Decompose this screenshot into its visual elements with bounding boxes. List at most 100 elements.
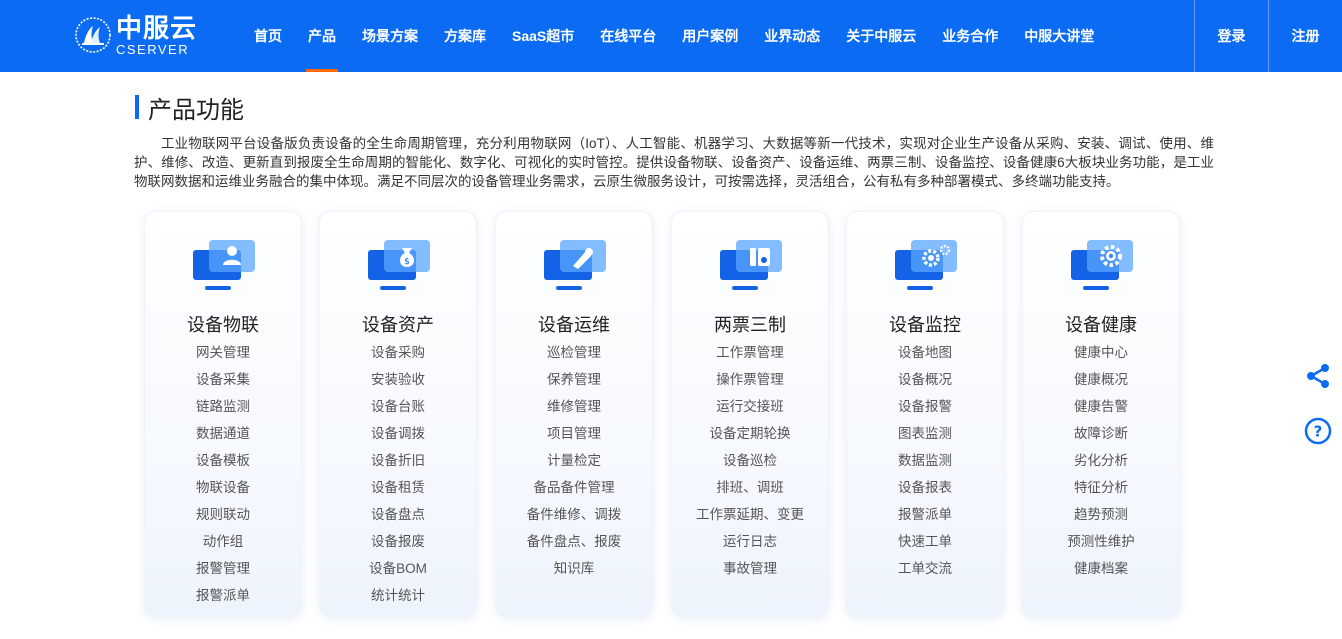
feature-item[interactable]: 工作票管理 [672,344,828,371]
feature-item[interactable]: 设备台账 [320,398,476,425]
feature-item[interactable]: 规则联动 [145,506,301,533]
card-device-monitoring: 设备监控 设备地图 设备概况 设备报警 图表监测 数据监测 设备报表 报警派单 … [846,211,1004,617]
card-feature-list: 工作票管理 操作票管理 运行交接班 设备定期轮换 设备巡检 排班、调班 工作票延… [672,344,828,587]
nav-item-saas-market[interactable]: SaaS超市 [499,0,587,72]
feature-item[interactable]: 工作票延期、变更 [672,506,828,533]
feature-item[interactable]: 设备定期轮换 [672,425,828,452]
nav-item-news[interactable]: 业界动态 [751,0,833,72]
feature-item[interactable]: 健康中心 [1023,344,1179,371]
card-title: 设备物联 [187,315,259,335]
nav-item-scenarios[interactable]: 场景方案 [349,0,431,72]
feature-item[interactable]: 动作组 [145,533,301,560]
card-two-tickets: 两票三制 工作票管理 操作票管理 运行交接班 设备定期轮换 设备巡检 排班、调班… [671,211,829,617]
card-device-assets: $ 设备资产 设备采购 安装验收 设备台账 设备调拨 设备折旧 设备租赁 设备盘… [319,211,477,617]
feature-item[interactable]: 备件盘点、报废 [496,533,652,560]
feature-item[interactable]: 操作票管理 [672,371,828,398]
nav-item-products[interactable]: 产品 [295,0,349,72]
feature-item[interactable]: 排班、调班 [672,479,828,506]
card-feature-list: 健康中心 健康概况 健康告警 故障诊断 劣化分析 特征分析 趋势预测 预测性维护… [1023,344,1179,587]
feature-item[interactable]: 报警派单 [145,587,301,614]
card-feature-list: 网关管理 设备采集 链路监测 数据通道 设备模板 物联设备 规则联动 动作组 报… [145,344,301,614]
nav-item-solutions[interactable]: 方案库 [431,0,499,72]
feature-item[interactable]: 知识库 [496,560,652,587]
money-bag-monitor-icon: $ [366,238,432,296]
share-icon[interactable] [1304,362,1332,390]
feature-item[interactable]: 设备采集 [145,371,301,398]
title-accent-bar [135,95,139,119]
feature-item[interactable]: 报警派单 [847,506,1003,533]
logo-emblem-icon [74,16,112,54]
feature-cards: 设备物联 网关管理 设备采集 链路监测 数据通道 设备模板 物联设备 规则联动 … [144,211,1184,617]
feature-item[interactable]: 网关管理 [145,344,301,371]
feature-item[interactable]: 设备盘点 [320,506,476,533]
feature-item[interactable]: 项目管理 [496,425,652,452]
feature-item[interactable]: 设备报警 [847,398,1003,425]
feature-item[interactable]: 运行交接班 [672,398,828,425]
feature-item[interactable]: 设备折旧 [320,452,476,479]
feature-item[interactable]: 设备报表 [847,479,1003,506]
feature-item[interactable]: 统计统计 [320,587,476,614]
feature-item[interactable]: 预测性维护 [1023,533,1179,560]
feature-item[interactable]: 数据通道 [145,425,301,452]
feature-item[interactable]: 备件维修、调拨 [496,506,652,533]
card-feature-list: 巡检管理 保养管理 维修管理 项目管理 计量检定 备品备件管理 备件维修、调拨 … [496,344,652,587]
top-nav-bar: 中服云 CSERVER 首页 产品 场景方案 方案库 SaaS超市 在线平台 用… [0,0,1342,72]
nav-item-home[interactable]: 首页 [241,0,295,72]
nav-item-cooperation[interactable]: 业务合作 [929,0,1011,72]
feature-item[interactable]: 设备巡检 [672,452,828,479]
feature-item[interactable]: 设备调拨 [320,425,476,452]
feature-item[interactable]: 设备模板 [145,452,301,479]
feature-item[interactable]: 图表监测 [847,425,1003,452]
card-title: 设备监控 [889,315,961,335]
feature-item[interactable]: 安装验收 [320,371,476,398]
feature-item[interactable]: 巡检管理 [496,344,652,371]
feature-item[interactable]: 报警管理 [145,560,301,587]
logo-en: CSERVER [116,41,190,57]
nav-item-lecture[interactable]: 中服大讲堂 [1011,0,1107,72]
auth-links: 登录 注册 [1194,0,1342,72]
feature-item[interactable]: 数据监测 [847,452,1003,479]
feature-item[interactable]: 备品备件管理 [496,479,652,506]
feature-item[interactable]: 故障诊断 [1023,425,1179,452]
feature-item[interactable]: 保养管理 [496,371,652,398]
feature-item[interactable]: 健康档案 [1023,560,1179,587]
card-title: 两票三制 [714,315,786,335]
register-button[interactable]: 注册 [1268,0,1342,72]
user-monitor-icon [191,238,257,296]
gear-monitor-icon [1069,238,1135,296]
feature-item[interactable]: 快速工单 [847,533,1003,560]
nav-item-about[interactable]: 关于中服云 [833,0,929,72]
feature-item[interactable]: 设备BOM [320,560,476,587]
gears-monitor-icon [893,238,959,296]
feature-item[interactable]: 健康概况 [1023,371,1179,398]
card-title: 设备健康 [1065,315,1137,335]
feature-item[interactable]: 计量检定 [496,452,652,479]
feature-item[interactable]: 设备采购 [320,344,476,371]
main-nav: 首页 产品 场景方案 方案库 SaaS超市 在线平台 用户案例 业界动态 关于中… [241,0,1107,72]
help-icon[interactable]: ? [1304,417,1332,445]
card-feature-list: 设备采购 安装验收 设备台账 设备调拨 设备折旧 设备租赁 设备盘点 设备报废 … [320,344,476,614]
feature-item[interactable]: 事故管理 [672,560,828,587]
logo[interactable]: 中服云 CSERVER [74,14,198,56]
section-intro: 工业物联网平台设备版负责设备的全生命周期管理，充分利用物联网（IoT）、人工智能… [134,136,1214,189]
feature-item[interactable]: 维修管理 [496,398,652,425]
feature-item[interactable]: 设备地图 [847,344,1003,371]
feature-item[interactable]: 工单交流 [847,560,1003,587]
card-title: 设备运维 [538,315,610,335]
feature-item[interactable]: 设备租赁 [320,479,476,506]
login-button[interactable]: 登录 [1194,0,1268,72]
feature-item[interactable]: 物联设备 [145,479,301,506]
feature-item[interactable]: 趋势预测 [1023,506,1179,533]
feature-item[interactable]: 特征分析 [1023,479,1179,506]
feature-item[interactable]: 运行日志 [672,533,828,560]
ticket-monitor-icon [718,238,784,296]
feature-item[interactable]: 设备概况 [847,371,1003,398]
feature-item[interactable]: 链路监测 [145,398,301,425]
card-device-health: 设备健康 健康中心 健康概况 健康告警 故障诊断 劣化分析 特征分析 趋势预测 … [1022,211,1180,617]
feature-item[interactable]: 劣化分析 [1023,452,1179,479]
feature-item[interactable]: 健康告警 [1023,398,1179,425]
nav-item-cases[interactable]: 用户案例 [669,0,751,72]
feature-item[interactable]: 设备报废 [320,533,476,560]
nav-item-online-platform[interactable]: 在线平台 [587,0,669,72]
logo-cn: 中服云 [116,12,198,43]
